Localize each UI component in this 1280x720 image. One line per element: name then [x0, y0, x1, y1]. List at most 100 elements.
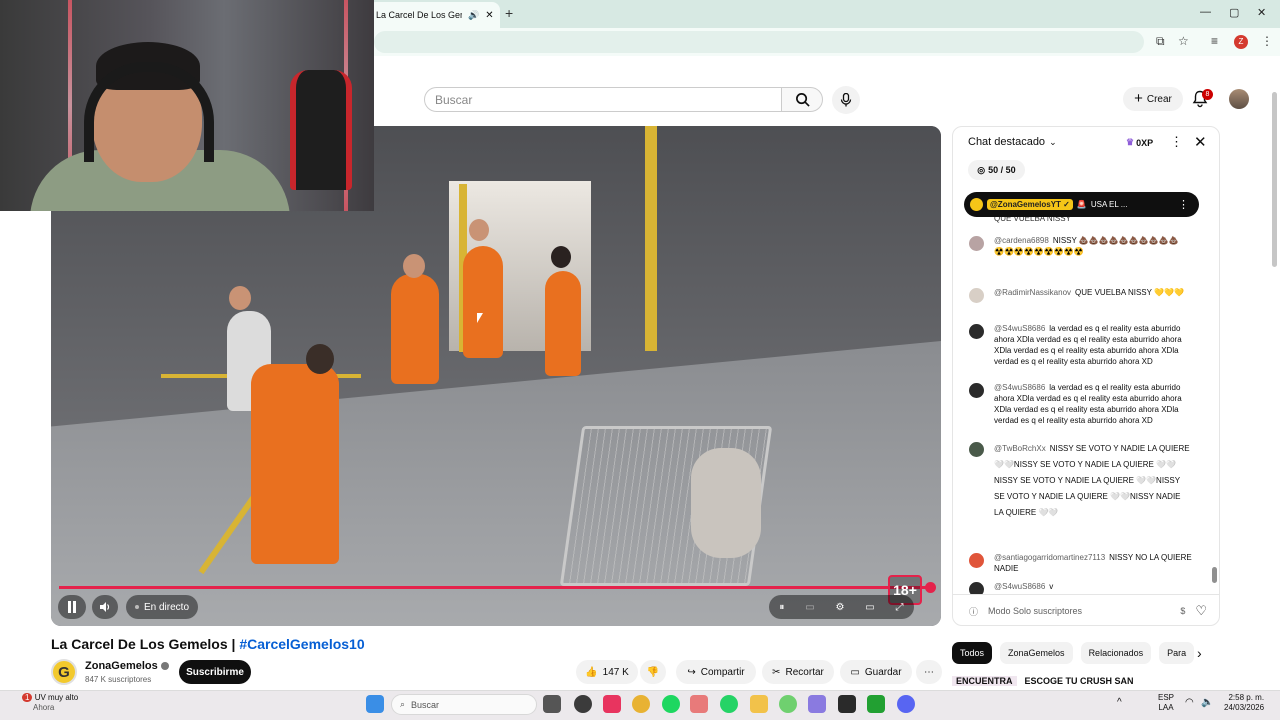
app-icon[interactable] [808, 695, 826, 713]
info-icon[interactable]: ⓘ [969, 605, 978, 618]
chat-message[interactable]: @cardena6898 NISSY 💩💩💩💩💩💩💩💩💩💩☢️☢️☢️☢️☢️☢️… [969, 235, 1193, 257]
weather-sub: Ahora [33, 703, 55, 712]
video-hashtag-link[interactable]: #CarcelGemelos10 [239, 636, 364, 652]
share-icon: ↪ [687, 666, 696, 678]
chat-scrollbar[interactable] [1212, 567, 1217, 583]
recommended-video[interactable]: ENCUENTRA ESCOGE TU CRUSH SAN [952, 676, 1134, 686]
create-button[interactable]: + Crear [1123, 87, 1183, 111]
chat-mode-selector[interactable]: Chat destacado ⌄ [968, 136, 1057, 148]
like-button[interactable]: 👍 147 K [576, 660, 638, 684]
save-button[interactable]: ▭ Guardar [840, 660, 912, 684]
weather-title: UV muy alto [34, 693, 79, 702]
chip-related[interactable]: Relacionados [1080, 642, 1152, 664]
app-icon[interactable] [779, 695, 797, 713]
search-input[interactable]: Buscar [424, 87, 782, 112]
theater-mode-icon[interactable]: ▭ [865, 602, 874, 613]
pause-icon [68, 601, 76, 613]
chat-author: @TwBoRchXx [994, 444, 1046, 453]
chat-messages: QUE VUELBA NISSY @cardena6898 NISSY 💩💩💩💩💩… [953, 189, 1219, 594]
chat-author: @RadimirNassikanov [994, 288, 1072, 297]
taskbar-clock[interactable]: 2:58 p. m. 24/03/2026 [1224, 693, 1264, 713]
chat-goal-badge[interactable]: ◎ 50 / 50 [968, 160, 1025, 180]
speaker-icon[interactable]: 🔊 [468, 10, 479, 21]
tab-close-icon[interactable]: ✕ [485, 10, 493, 21]
tray-chevron-up-icon[interactable]: ^ [1117, 697, 1122, 708]
task-view-icon[interactable] [543, 695, 561, 713]
chat-message[interactable]: @santiagogarridomartinez7113 NISSY NO LA … [969, 552, 1193, 574]
progress-bar[interactable] [59, 586, 930, 589]
chrome-icon[interactable] [632, 695, 650, 713]
browser-menu-icon[interactable]: ⋮ [1261, 34, 1273, 48]
inmate-figure [463, 246, 503, 358]
xp-indicator[interactable]: ♛ 0XP [1126, 137, 1153, 148]
media-control-icon[interactable]: ≡ [1211, 34, 1218, 48]
taskbar-search[interactable]: ⌕ Buscar [391, 694, 537, 715]
profile-avatar[interactable]: Z [1234, 35, 1248, 49]
chip-all[interactable]: Todos [952, 642, 993, 664]
progress-scrubber[interactable] [925, 582, 936, 593]
subscribe-button[interactable]: Suscribirme [179, 660, 251, 684]
window-close-button[interactable]: ✕ [1257, 6, 1266, 19]
chip-for-you[interactable]: Para [1159, 642, 1195, 664]
channel-avatar[interactable]: G [51, 659, 77, 685]
chat-message[interactable]: @S4wuS8686 la verdad es q el reality esta… [969, 323, 1193, 367]
settings-gear-icon[interactable]: ⚙ [835, 602, 844, 613]
pinned-message-banner[interactable]: @ZonaGemelosYT ✓ 🚨 USA EL ... ⋮ [964, 192, 1199, 217]
language-indicator[interactable]: ESP LAA [1158, 693, 1174, 713]
inmate-figure-front [251, 364, 339, 564]
live-indicator[interactable]: En directo [126, 595, 198, 619]
tiktok-live-icon[interactable] [603, 695, 621, 713]
obs-icon[interactable] [574, 695, 592, 713]
chat-message[interactable]: @S4wuS8686 v [969, 581, 1193, 594]
bookmark-star-icon[interactable]: ☆ [1178, 34, 1189, 48]
new-tab-button[interactable]: + [505, 5, 513, 21]
more-actions-button[interactable]: ⋯ [916, 660, 942, 684]
channel-name[interactable]: ZonaGemelos [85, 660, 169, 672]
chip-channel[interactable]: ZonaGemelos [1000, 642, 1073, 664]
chat-avatar [969, 582, 984, 594]
search-button[interactable] [781, 87, 823, 112]
pinned-more-icon[interactable]: ⋮ [1178, 198, 1189, 211]
chat-message[interactable]: @S4wuS8686 la verdad es q el reality esta… [969, 382, 1193, 426]
install-icon[interactable]: ⧉ [1156, 34, 1165, 49]
browser-tab[interactable]: La Carcel De Los Gemelos 🔊 ✕ [368, 2, 500, 28]
fullscreen-icon[interactable]: ⤢ [896, 602, 904, 613]
heart-icon[interactable]: ♡ [1195, 603, 1207, 619]
address-bar[interactable] [374, 31, 1144, 53]
pause-button[interactable] [58, 595, 86, 619]
chat-avatar [969, 442, 984, 457]
whatsapp-icon[interactable] [720, 695, 738, 713]
page-scrollbar[interactable] [1272, 92, 1277, 267]
text-app-icon[interactable] [690, 695, 708, 713]
maximize-button[interactable]: ▢ [1229, 6, 1239, 19]
subtitles-icon[interactable]: ▭ [805, 602, 814, 613]
chat-message[interactable]: @RadimirNassikanov QUE VUELBA NISSY 💛💛💛 [969, 287, 1193, 303]
account-avatar[interactable] [1229, 89, 1249, 109]
chat-message[interactable]: @TwBoRchXx NISSY SE VOTO Y NADIE LA QUIER… [969, 441, 1193, 521]
volume-button[interactable] [92, 595, 118, 619]
chat-text: NISSY SE VOTO Y NADIE LA QUIERE 🤍🤍NISSY … [994, 444, 1190, 517]
subscriber-count: 847 K suscriptores [85, 675, 152, 684]
siren-icon: 🚨 [1076, 200, 1087, 209]
xbox-icon[interactable] [867, 695, 885, 713]
taskbar-search-label: Buscar [411, 699, 440, 710]
app-icon[interactable] [838, 695, 856, 713]
chat-footer: ⓘ Modo Solo suscriptores $ ♡ [953, 594, 1219, 625]
weather-widget[interactable]: 1 UV muy alto Ahora [12, 693, 78, 713]
voice-search-button[interactable] [832, 86, 860, 114]
dislike-button[interactable]: 👎 [640, 660, 666, 684]
spotify-icon[interactable] [662, 695, 680, 713]
share-button[interactable]: ↪ Compartir [676, 660, 756, 684]
file-explorer-icon[interactable] [750, 695, 768, 713]
chevron-right-icon[interactable]: › [1197, 645, 1202, 661]
discord-icon[interactable] [897, 695, 915, 713]
clip-button[interactable]: ✂ Recortar [762, 660, 834, 684]
autoplay-toggle-icon[interactable]: ⏸ [779, 602, 784, 613]
volume-tray-icon[interactable]: 🔈 [1201, 697, 1213, 708]
wifi-icon[interactable]: ◠ [1185, 697, 1194, 708]
minimize-button[interactable]: — [1200, 6, 1211, 18]
super-chat-icon[interactable]: $ [1180, 606, 1185, 616]
chat-more-icon[interactable]: ⋮ [1170, 134, 1183, 150]
windows-start-icon[interactable] [366, 695, 384, 713]
chat-close-icon[interactable]: ✕ [1194, 133, 1207, 151]
